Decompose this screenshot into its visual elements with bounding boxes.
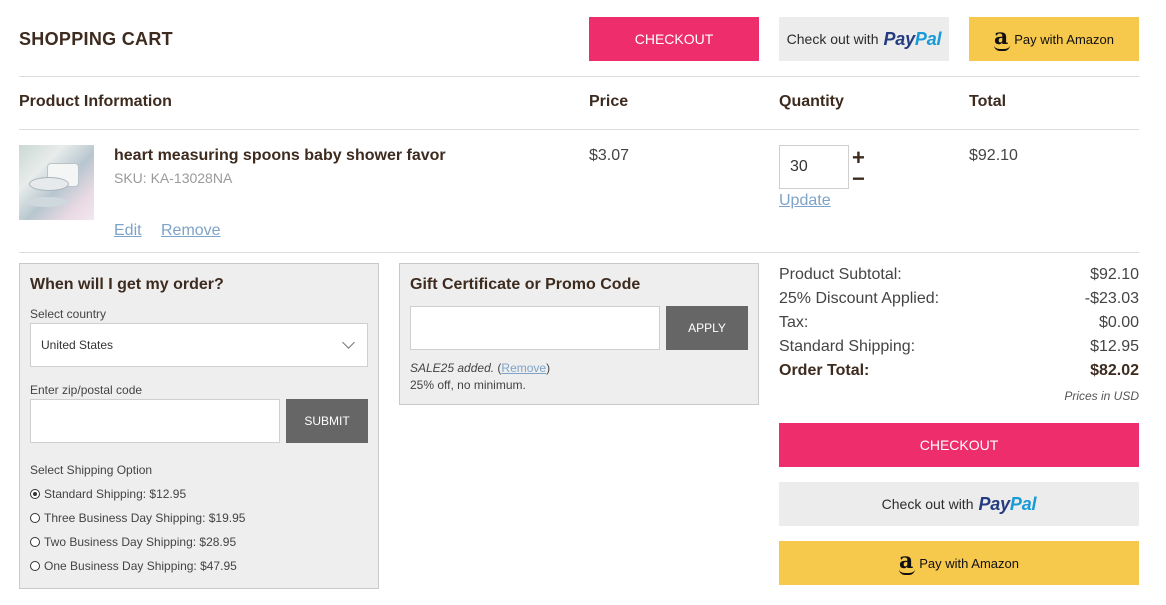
shipping-option-label-text: Standard Shipping: $12.95 [44,487,187,501]
page-title: SHOPPING CART [19,29,173,49]
summary-label: Tax: [779,314,809,331]
shipping-option-label-text: One Business Day Shipping: $47.95 [44,559,237,573]
paypal-lead-text: Check out with [786,31,879,47]
product-sku: SKU: KA-13028NA [114,170,233,186]
quantity-input[interactable] [779,145,849,189]
zip-label: Enter zip/postal code [30,383,143,397]
radio-unchecked-icon[interactable] [30,537,40,547]
checkout-button[interactable]: CHECKOUT [779,423,1139,467]
edit-link[interactable]: Edit [114,222,142,240]
summary-row-discount: 25% Discount Applied: -$23.03 [779,290,1139,308]
shipping-option-label: Select Shipping Option [30,463,153,477]
column-header-product: Product Information [19,93,172,110]
delivery-estimate-panel: When will I get my order? Select country… [19,263,379,589]
amazon-pay-label: Pay with Amazon [1014,31,1114,47]
summary-value: $92.10 [1090,266,1139,283]
column-header-price: Price [589,93,629,110]
currency-note: Prices in USD [1064,389,1139,403]
shipping-option-label-text: Two Business Day Shipping: $28.95 [44,535,237,549]
summary-value: $12.95 [1090,338,1139,355]
paypal-logo: PayPal [883,28,942,49]
line-total: $92.10 [969,147,1018,164]
zip-input[interactable] [30,399,280,443]
paypal-checkout-button[interactable]: Check out with PayPal [779,482,1139,526]
summary-row-shipping: Standard Shipping: $12.95 [779,338,1139,356]
quantity-decrease-icon[interactable]: − [852,168,865,190]
amazon-pay-label: Pay with Amazon [919,555,1019,571]
shipping-option[interactable]: One Business Day Shipping: $47.95 [30,559,237,573]
order-total-value: $82.02 [1090,362,1139,379]
delivery-panel-title: When will I get my order? [30,276,224,293]
chevron-down-icon [342,336,355,349]
divider [19,129,1139,130]
summary-row-tax: Tax: $0.00 [779,314,1139,332]
promo-panel-title: Gift Certificate or Promo Code [410,276,641,293]
unit-price: $3.07 [589,147,630,164]
paypal-logo: PayPal [978,493,1037,514]
remove-promo-link[interactable]: Remove [501,361,546,375]
country-select[interactable]: United States [30,323,368,367]
country-label: Select country [30,307,107,321]
promo-code-input[interactable] [410,306,660,350]
product-thumbnail[interactable] [19,145,94,220]
summary-label: Standard Shipping: [779,338,916,355]
zip-submit-button[interactable]: SUBMIT [286,399,368,443]
remove-item-link[interactable]: Remove [161,222,221,240]
radio-unchecked-icon[interactable] [30,561,40,571]
divider [19,76,1139,77]
checkout-button-top[interactable]: CHECKOUT [589,17,759,61]
promo-applied-note: SALE25 added. (Remove) [410,361,551,375]
summary-value: $0.00 [1098,314,1139,331]
summary-value: -$23.03 [1084,290,1139,307]
order-total-label: Order Total: [779,362,870,379]
promo-description: 25% off, no minimum. [410,378,526,392]
column-header-total: Total [969,93,1007,110]
amazon-pay-button[interactable]: a Pay with Amazon [779,541,1139,585]
country-select-value: United States [41,338,114,352]
shipping-option[interactable]: Standard Shipping: $12.95 [30,487,186,501]
applied-code-text: SALE25 added. [410,361,495,375]
product-name[interactable]: heart measuring spoons baby shower favor [114,147,446,165]
summary-label: Product Subtotal: [779,266,902,283]
paypal-lead-text: Check out with [881,496,974,512]
divider [19,252,1139,253]
summary-label: 25% Discount Applied: [779,290,940,307]
summary-row-order-total: Order Total: $82.02 [779,362,1139,380]
shipping-option[interactable]: Two Business Day Shipping: $28.95 [30,535,236,549]
amazon-logo-icon: a [899,548,916,575]
apply-promo-button[interactable]: APPLY [666,306,748,350]
promo-code-panel: Gift Certificate or Promo Code APPLY SAL… [399,263,759,405]
shipping-option[interactable]: Three Business Day Shipping: $19.95 [30,511,245,525]
radio-checked-icon[interactable] [30,489,40,499]
amazon-logo-icon: a [994,24,1011,51]
amazon-pay-button-top[interactable]: a Pay with Amazon [969,17,1139,61]
shipping-option-label-text: Three Business Day Shipping: $19.95 [44,511,246,525]
update-quantity-link[interactable]: Update [779,192,831,210]
radio-unchecked-icon[interactable] [30,513,40,523]
paypal-checkout-button-top[interactable]: Check out with PayPal [779,17,949,61]
column-header-quantity: Quantity [779,93,844,110]
summary-row-subtotal: Product Subtotal: $92.10 [779,266,1139,284]
